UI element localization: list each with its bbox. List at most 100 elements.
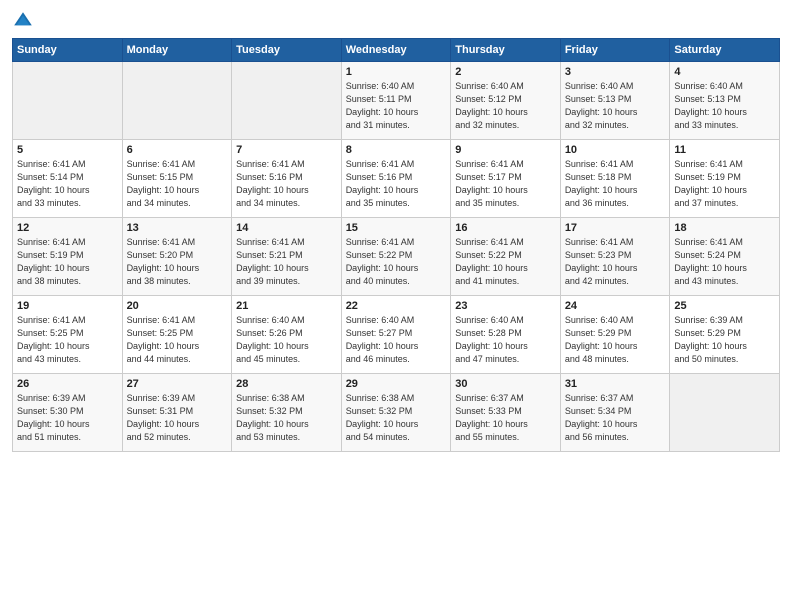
day-number: 5 xyxy=(17,144,118,156)
day-number: 16 xyxy=(455,222,556,234)
day-number: 18 xyxy=(674,222,775,234)
day-cell: 9Sunrise: 6:41 AM Sunset: 5:17 PM Daylig… xyxy=(451,140,561,218)
day-header: Thursday xyxy=(451,39,561,62)
day-info: Sunrise: 6:41 AM Sunset: 5:24 PM Dayligh… xyxy=(674,236,775,288)
day-number: 23 xyxy=(455,300,556,312)
day-number: 30 xyxy=(455,378,556,390)
day-cell: 31 Sunrise: 6:37 AM Sunset: 5:34 PM Dayli… xyxy=(560,374,670,452)
day-info: Sunrise: 6:40 AM Sunset: 5:13 PM Dayligh… xyxy=(674,80,775,132)
header xyxy=(12,10,780,32)
day-cell: 8Sunrise: 6:41 AM Sunset: 5:16 PM Daylig… xyxy=(341,140,451,218)
day-cell: 5 Sunrise: 6:41 AM Sunset: 5:14 PM Daylig… xyxy=(13,140,123,218)
day-number: 1 xyxy=(346,66,447,78)
day-cell: 25 Sunrise: 6:39 AM Sunset: 5:29 PM Dayli… xyxy=(670,296,780,374)
day-header: Saturday xyxy=(670,39,780,62)
day-number: 11 xyxy=(674,144,775,156)
day-info: Sunrise: 6:40 AM Sunset: 5:12 PM Dayligh… xyxy=(455,80,556,132)
day-info: Sunrise: 6:41 AM Sunset: 5:25 PM Dayligh… xyxy=(17,314,118,366)
day-info: Sunrise: 6:41 AM Sunset: 5:16 PM Dayligh… xyxy=(236,158,337,210)
day-number: 14 xyxy=(236,222,337,234)
day-number: 19 xyxy=(17,300,118,312)
page-container: SundayMondayTuesdayWednesdayThursdayFrid… xyxy=(0,0,792,462)
day-info: Sunrise: 6:41 AM Sunset: 5:21 PM Dayligh… xyxy=(236,236,337,288)
day-info: Sunrise: 6:40 AM Sunset: 5:13 PM Dayligh… xyxy=(565,80,666,132)
day-info: Sunrise: 6:41 AM Sunset: 5:22 PM Dayligh… xyxy=(346,236,447,288)
day-cell: 7 Sunrise: 6:41 AM Sunset: 5:16 PM Daylig… xyxy=(232,140,342,218)
day-cell: 19 Sunrise: 6:41 AM Sunset: 5:25 PM Dayli… xyxy=(13,296,123,374)
day-info: Sunrise: 6:41 AM Sunset: 5:23 PM Dayligh… xyxy=(565,236,666,288)
calendar-table: SundayMondayTuesdayWednesdayThursdayFrid… xyxy=(12,38,780,452)
day-header: Sunday xyxy=(13,39,123,62)
day-cell xyxy=(670,374,780,452)
day-info: Sunrise: 6:37 AM Sunset: 5:33 PM Dayligh… xyxy=(455,392,556,444)
day-info: Sunrise: 6:37 AM Sunset: 5:34 PM Dayligh… xyxy=(565,392,666,444)
day-cell: 16Sunrise: 6:41 AM Sunset: 5:22 PM Dayli… xyxy=(451,218,561,296)
day-number: 8 xyxy=(346,144,447,156)
day-info: Sunrise: 6:41 AM Sunset: 5:25 PM Dayligh… xyxy=(127,314,228,366)
day-number: 25 xyxy=(674,300,775,312)
logo-icon xyxy=(12,10,34,32)
day-number: 31 xyxy=(565,378,666,390)
day-header: Wednesday xyxy=(341,39,451,62)
day-cell: 22Sunrise: 6:40 AM Sunset: 5:27 PM Dayli… xyxy=(341,296,451,374)
day-number: 13 xyxy=(127,222,228,234)
day-number: 17 xyxy=(565,222,666,234)
day-number: 3 xyxy=(565,66,666,78)
day-cell: 11 Sunrise: 6:41 AM Sunset: 5:19 PM Dayli… xyxy=(670,140,780,218)
day-number: 4 xyxy=(674,66,775,78)
day-cell: 21 Sunrise: 6:40 AM Sunset: 5:26 PM Dayli… xyxy=(232,296,342,374)
day-number: 21 xyxy=(236,300,337,312)
week-row: 19 Sunrise: 6:41 AM Sunset: 5:25 PM Dayli… xyxy=(13,296,780,374)
day-cell: 18 Sunrise: 6:41 AM Sunset: 5:24 PM Dayli… xyxy=(670,218,780,296)
day-cell: 10 Sunrise: 6:41 AM Sunset: 5:18 PM Dayli… xyxy=(560,140,670,218)
week-row: 26Sunrise: 6:39 AM Sunset: 5:30 PM Dayli… xyxy=(13,374,780,452)
day-cell: 17 Sunrise: 6:41 AM Sunset: 5:23 PM Dayli… xyxy=(560,218,670,296)
day-info: Sunrise: 6:38 AM Sunset: 5:32 PM Dayligh… xyxy=(346,392,447,444)
day-number: 12 xyxy=(17,222,118,234)
day-cell: 24Sunrise: 6:40 AM Sunset: 5:29 PM Dayli… xyxy=(560,296,670,374)
day-header: Friday xyxy=(560,39,670,62)
day-info: Sunrise: 6:39 AM Sunset: 5:31 PM Dayligh… xyxy=(127,392,228,444)
day-info: Sunrise: 6:41 AM Sunset: 5:18 PM Dayligh… xyxy=(565,158,666,210)
day-cell: 20 Sunrise: 6:41 AM Sunset: 5:25 PM Dayli… xyxy=(122,296,232,374)
day-cell: 12 Sunrise: 6:41 AM Sunset: 5:19 PM Dayli… xyxy=(13,218,123,296)
day-number: 20 xyxy=(127,300,228,312)
day-number: 10 xyxy=(565,144,666,156)
day-cell xyxy=(122,62,232,140)
day-header: Monday xyxy=(122,39,232,62)
day-cell: 26Sunrise: 6:39 AM Sunset: 5:30 PM Dayli… xyxy=(13,374,123,452)
day-cell: 14 Sunrise: 6:41 AM Sunset: 5:21 PM Dayli… xyxy=(232,218,342,296)
day-number: 29 xyxy=(346,378,447,390)
day-info: Sunrise: 6:40 AM Sunset: 5:26 PM Dayligh… xyxy=(236,314,337,366)
day-info: Sunrise: 6:39 AM Sunset: 5:29 PM Dayligh… xyxy=(674,314,775,366)
day-cell: 28Sunrise: 6:38 AM Sunset: 5:32 PM Dayli… xyxy=(232,374,342,452)
day-number: 2 xyxy=(455,66,556,78)
day-info: Sunrise: 6:40 AM Sunset: 5:29 PM Dayligh… xyxy=(565,314,666,366)
day-cell: 6 Sunrise: 6:41 AM Sunset: 5:15 PM Daylig… xyxy=(122,140,232,218)
day-cell: 27Sunrise: 6:39 AM Sunset: 5:31 PM Dayli… xyxy=(122,374,232,452)
day-header: Tuesday xyxy=(232,39,342,62)
header-row: SundayMondayTuesdayWednesdayThursdayFrid… xyxy=(13,39,780,62)
day-cell: 3 Sunrise: 6:40 AM Sunset: 5:13 PM Daylig… xyxy=(560,62,670,140)
day-cell: 2 Sunrise: 6:40 AM Sunset: 5:12 PM Daylig… xyxy=(451,62,561,140)
day-info: Sunrise: 6:41 AM Sunset: 5:19 PM Dayligh… xyxy=(17,236,118,288)
day-cell: 13Sunrise: 6:41 AM Sunset: 5:20 PM Dayli… xyxy=(122,218,232,296)
day-info: Sunrise: 6:40 AM Sunset: 5:11 PM Dayligh… xyxy=(346,80,447,132)
week-row: 1 Sunrise: 6:40 AM Sunset: 5:11 PM Daylig… xyxy=(13,62,780,140)
day-cell: 30 Sunrise: 6:37 AM Sunset: 5:33 PM Dayli… xyxy=(451,374,561,452)
day-info: Sunrise: 6:40 AM Sunset: 5:27 PM Dayligh… xyxy=(346,314,447,366)
day-cell: 15 Sunrise: 6:41 AM Sunset: 5:22 PM Dayli… xyxy=(341,218,451,296)
day-cell: 29 Sunrise: 6:38 AM Sunset: 5:32 PM Dayli… xyxy=(341,374,451,452)
day-number: 7 xyxy=(236,144,337,156)
day-info: Sunrise: 6:41 AM Sunset: 5:17 PM Dayligh… xyxy=(455,158,556,210)
day-cell: 23Sunrise: 6:40 AM Sunset: 5:28 PM Dayli… xyxy=(451,296,561,374)
day-info: Sunrise: 6:41 AM Sunset: 5:15 PM Dayligh… xyxy=(127,158,228,210)
day-cell: 1 Sunrise: 6:40 AM Sunset: 5:11 PM Daylig… xyxy=(341,62,451,140)
day-cell xyxy=(13,62,123,140)
day-number: 15 xyxy=(346,222,447,234)
day-number: 6 xyxy=(127,144,228,156)
day-info: Sunrise: 6:41 AM Sunset: 5:19 PM Dayligh… xyxy=(674,158,775,210)
day-info: Sunrise: 6:41 AM Sunset: 5:14 PM Dayligh… xyxy=(17,158,118,210)
day-cell: 4 Sunrise: 6:40 AM Sunset: 5:13 PM Daylig… xyxy=(670,62,780,140)
day-cell xyxy=(232,62,342,140)
